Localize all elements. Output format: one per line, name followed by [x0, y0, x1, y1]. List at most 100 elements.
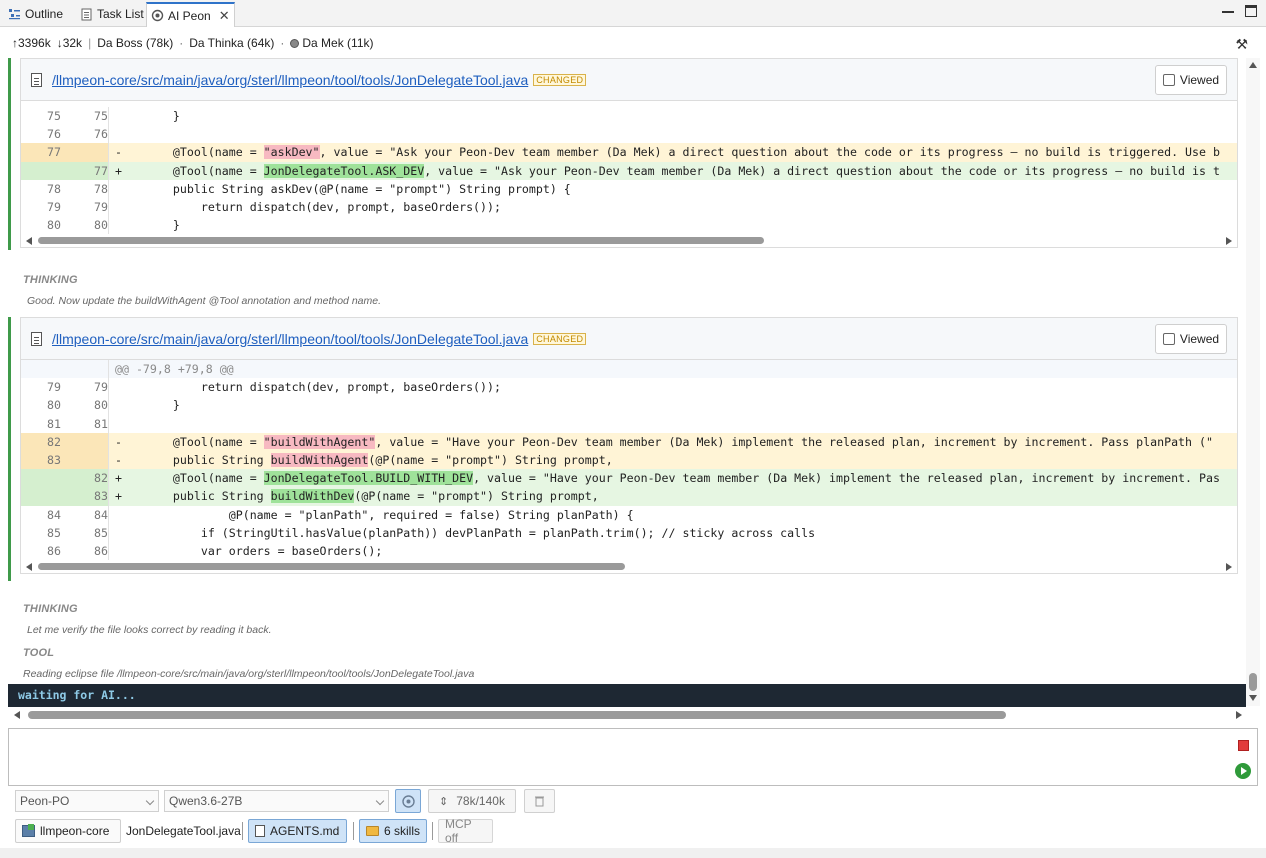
- code-text: public String buildWithDev(@P(name = "pr…: [123, 487, 1237, 505]
- stats-divider: |: [88, 36, 92, 50]
- old-line-number: 78: [47, 181, 61, 196]
- changed-token: buildWithDev: [270, 489, 355, 504]
- clear-conversation-button[interactable]: [524, 789, 555, 813]
- code-text-suffix: (@P(name = "prompt") String prompt,: [368, 452, 613, 467]
- old-line-number: 83: [21, 450, 61, 470]
- tab-outline[interactable]: Outline: [4, 2, 67, 26]
- scroll-left-icon[interactable]: [14, 711, 20, 719]
- model-select[interactable]: Qwen3.6-27B: [164, 790, 389, 812]
- agents-md-chip[interactable]: AGENTS.md: [248, 819, 347, 843]
- divider: [242, 822, 243, 840]
- agent-mek-usage: Da Mek (11k): [290, 36, 374, 50]
- diff-row-removed: 83 - public String buildWithAgent(@P(name…: [21, 450, 1237, 470]
- diff-row-context: 80 80 }: [21, 216, 1237, 235]
- stats-separator: ·: [179, 36, 184, 50]
- scroll-right-icon[interactable]: [1236, 711, 1242, 719]
- code-text-prefix: @Tool(name =: [145, 163, 264, 178]
- old-line-number: 86: [47, 543, 61, 558]
- scroll-thumb[interactable]: [38, 237, 764, 245]
- run-icon[interactable]: [1235, 763, 1251, 779]
- old-line-number: [21, 487, 61, 506]
- thinking-toggle-button[interactable]: [395, 789, 421, 813]
- scroll-down-icon[interactable]: [1249, 695, 1257, 701]
- code-text-suffix: , value = "Ask your Peon-Dev team member…: [319, 145, 1220, 160]
- conversation-hscrollbar[interactable]: [8, 708, 1246, 722]
- diff-row-context: 86 86 var orders = baseOrders();: [21, 541, 1237, 561]
- tools-icon[interactable]: ⚒: [1235, 36, 1248, 53]
- new-line-number: 80: [61, 396, 109, 415]
- stats-separator: ·: [280, 36, 285, 50]
- code-text: @Tool(name = JonDelegateTool.BUILD_WITH_…: [123, 469, 1237, 487]
- scroll-thumb[interactable]: [38, 563, 625, 571]
- scroll-thumb[interactable]: [28, 711, 1006, 719]
- model-select-value: Qwen3.6-27B: [169, 794, 243, 808]
- diff-scrollbar[interactable]: [21, 560, 1237, 574]
- code-text-prefix: public String: [145, 489, 271, 504]
- changed-token: JonDelegateTool.ASK_DEV: [263, 163, 425, 178]
- diff-scrollbar[interactable]: [21, 234, 1237, 248]
- agent-select[interactable]: Peon-PO: [15, 790, 159, 812]
- scroll-right-icon[interactable]: [1226, 237, 1232, 246]
- prompt-input[interactable]: [8, 728, 1258, 786]
- diff-row-removed: 82 - @Tool(name = "buildWithAgent", value…: [21, 432, 1237, 451]
- tab-outline-label: Outline: [25, 7, 64, 21]
- hunk-header: @@ -79,8 +79,8 @@: [21, 360, 1237, 379]
- old-line-number: 77: [21, 143, 61, 162]
- diff-code: 75 75 } 76 76 77- @Tool(name = "askDev", val…: [21, 101, 1237, 235]
- code-text: @Tool(name = "buildWithAgent", value = "…: [123, 433, 1237, 451]
- thinking-block: THINKING Good. Now update the buildWithA…: [23, 274, 381, 307]
- maximize-icon[interactable]: [1245, 5, 1257, 17]
- new-line-number: 79: [61, 197, 109, 217]
- code-text-prefix: @Tool(name =: [145, 145, 264, 160]
- minimize-icon[interactable]: [1222, 5, 1234, 13]
- code-text-prefix: @Tool(name =: [145, 434, 264, 449]
- skills-chip[interactable]: 6 skills: [359, 819, 427, 843]
- view-tab-bar: Outline Task List AI Peon ✕: [0, 0, 1266, 27]
- agents-md-label: AGENTS.md: [270, 824, 340, 838]
- new-line-number: 83: [61, 487, 109, 506]
- mcp-toggle[interactable]: MCP off: [438, 817, 493, 845]
- stop-icon[interactable]: [1238, 740, 1249, 751]
- code-text: }: [145, 218, 180, 233]
- conversation-scrollbar[interactable]: [1246, 58, 1260, 706]
- diff-sign: +: [115, 163, 122, 178]
- close-icon[interactable]: ✕: [219, 8, 230, 24]
- changed-token: buildWithAgent: [270, 452, 369, 467]
- scroll-left-icon[interactable]: [26, 237, 32, 246]
- diff-block: /llmpeon-core/src/main/java/org/sterl/ll…: [8, 317, 1245, 581]
- compact-context-button[interactable]: ⇕ 78k/140k: [428, 789, 516, 813]
- diff-sign: [109, 524, 123, 542]
- scroll-right-icon[interactable]: [1226, 563, 1232, 572]
- new-line-number: [61, 143, 109, 162]
- viewed-checkbox[interactable]: Viewed: [1155, 65, 1227, 95]
- outline-icon: [9, 8, 20, 19]
- diff-row-added: 83 + public String buildWithDev(@P(name =…: [21, 487, 1237, 506]
- project-chip[interactable]: llmpeon-core: [15, 819, 121, 843]
- code-text-prefix: @Tool(name =: [145, 471, 264, 486]
- diff-row-context: 85 85 if (StringUtil.hasValue(planPath)) …: [21, 523, 1237, 542]
- folder-icon: [366, 826, 379, 836]
- diff-sign: -: [115, 145, 122, 160]
- current-file-chip[interactable]: JonDelegateTool.java: [120, 819, 247, 843]
- scroll-up-icon[interactable]: [1249, 62, 1257, 68]
- old-line-number: 80: [47, 218, 61, 233]
- diff-sign: [109, 378, 123, 396]
- file-path-link[interactable]: /llmpeon-core/src/main/java/org/sterl/ll…: [52, 331, 528, 347]
- code-text: @Tool(name = JonDelegateTool.ASK_DEV, va…: [123, 162, 1237, 180]
- chevron-down-icon: [375, 796, 385, 806]
- diff-sign: [109, 107, 123, 125]
- code-text: var orders = baseOrders();: [145, 543, 383, 558]
- tab-task-list[interactable]: Task List: [76, 2, 148, 26]
- viewed-checkbox[interactable]: Viewed: [1155, 324, 1227, 354]
- skills-label: 6 skills: [384, 824, 421, 838]
- context-tokens-label: 78k/140k: [456, 794, 505, 808]
- file-path-link[interactable]: /llmpeon-core/src/main/java/org/sterl/ll…: [52, 72, 528, 88]
- scroll-left-icon[interactable]: [26, 563, 32, 572]
- diff-row-context: 81 81: [21, 414, 1237, 433]
- trash-icon: [535, 796, 544, 807]
- viewed-label: Viewed: [1179, 332, 1220, 346]
- code-text: public String askDev(@P(name = "prompt")…: [145, 181, 571, 196]
- tab-ai-peon[interactable]: AI Peon ✕: [146, 2, 235, 27]
- scroll-thumb[interactable]: [1249, 673, 1257, 691]
